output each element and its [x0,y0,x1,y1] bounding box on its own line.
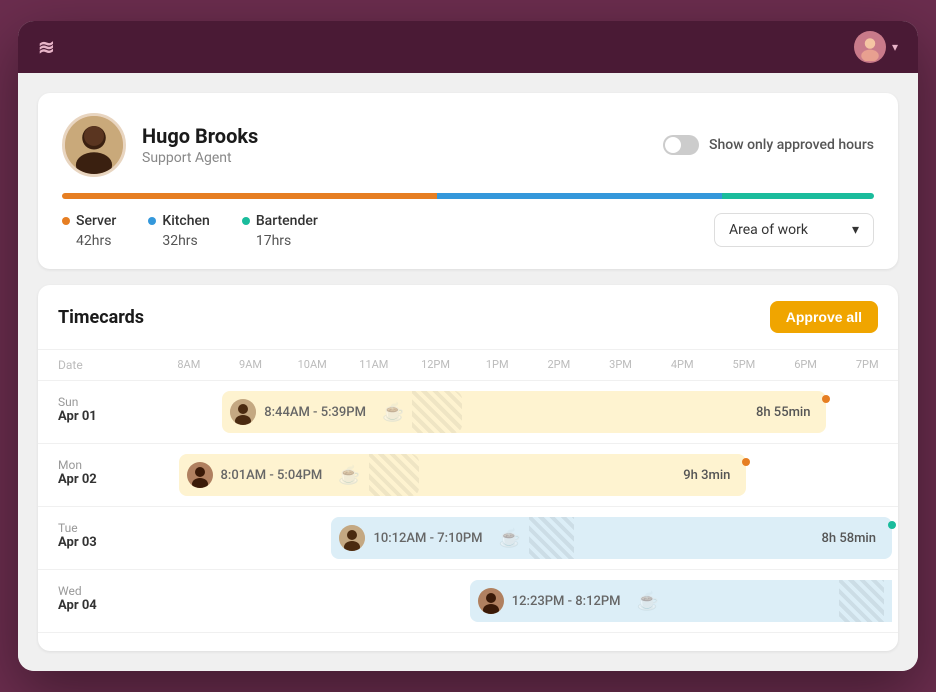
time-2pm: 2PM [528,350,590,380]
break-zone-apr04 [839,580,884,622]
hours-progress-bar [62,193,874,199]
time-headers: 8AM 9AM 10AM 11AM 12PM 1PM 2PM 3PM 4PM 5… [158,350,898,380]
avatar-apr04 [478,588,504,614]
timecards-header: Timecards Approve all [38,285,898,350]
time-6pm: 6PM [775,350,837,380]
bartender-progress-segment [722,193,874,199]
area-of-work-label: Area of work [729,222,808,238]
time-8am: 8AM [158,350,220,380]
stat-bartender-label: Bartender [242,213,318,229]
timeline-apr03: 10:12AM - 7:10PM ☕ 8h 58min [158,507,898,569]
approved-hours-toggle[interactable] [663,135,699,155]
table-row: Tue Apr 03 10:12AM - 7:10PM ☕ 8h 58min [38,507,898,570]
top-bar: ≋ ▾ [18,21,918,73]
timecard-bar-apr03[interactable]: 10:12AM - 7:10PM ☕ 8h 58min [331,517,892,559]
stat-bartender: Bartender 17hrs [242,213,318,249]
server-hours: 42hrs [62,233,116,249]
approve-all-button[interactable]: Approve all [770,301,878,333]
timecard-bar-apr01[interactable]: 8:44AM - 5:39PM ☕ 8h 55min [222,391,826,433]
status-dot-apr03 [888,521,896,529]
timeline-apr02: 8:01AM - 5:04PM ☕ 9h 3min [158,444,898,506]
time-9am: 9AM [220,350,282,380]
table-row: Sun Apr 01 8:44AM - 5:39PM ☕ 8h 55min [38,381,898,444]
time-range-apr03: 10:12AM - 7:10PM [373,531,482,546]
stat-server: Server 42hrs [62,213,116,249]
kitchen-progress-segment [437,193,723,199]
timeline-apr01: 8:44AM - 5:39PM ☕ 8h 55min [158,381,898,443]
server-dot [62,217,70,225]
profile-card: Hugo Brooks Support Agent Show only appr… [38,93,898,269]
time-range-apr02: 8:01AM - 5:04PM [221,468,323,483]
profile-role: Support Agent [142,150,258,166]
stat-kitchen-label: Kitchen [148,213,209,229]
profile-header: Hugo Brooks Support Agent Show only appr… [62,113,874,177]
avatar-apr03 [339,525,365,551]
toggle-label: Show only approved hours [709,137,874,153]
break-icon-apr01: ☕ [382,402,404,423]
area-of-work-select[interactable]: Area of work ▾ [714,213,874,247]
time-3pm: 3PM [590,350,652,380]
top-bar-right: ▾ [854,31,898,63]
toggle-section: Show only approved hours [663,135,874,155]
date-cell-apr02: Mon Apr 02 [38,444,158,506]
time-11am: 11AM [343,350,405,380]
break-zone-apr02 [369,454,419,496]
main-content: Hugo Brooks Support Agent Show only appr… [18,73,918,671]
time-range-apr04: 12:23PM - 8:12PM [512,594,621,609]
date-cell-apr04: Wed Apr 04 [38,570,158,632]
timecards-title: Timecards [58,307,144,328]
avatar-apr02 [187,462,213,488]
duration-apr01: 8h 55min [756,405,819,420]
kitchen-dot [148,217,156,225]
status-dot-apr02 [742,458,750,466]
break-icon-apr02: ☕ [338,465,360,486]
time-5pm: 5PM [713,350,775,380]
bartender-label-text: Bartender [256,213,318,229]
timecards-card: Timecards Approve all Date 8AM 9AM 10AM … [38,285,898,651]
timecard-bar-apr02[interactable]: 8:01AM - 5:04PM ☕ 9h 3min [179,454,747,496]
break-zone-apr03 [529,517,574,559]
profile-info: Hugo Brooks Support Agent [62,113,258,177]
stats-left: Server 42hrs Kitchen 32hrs [62,213,318,249]
time-12pm: 12PM [405,350,467,380]
chevron-down-icon: ▾ [852,222,859,238]
chevron-down-icon[interactable]: ▾ [892,40,898,54]
time-10am: 10AM [281,350,343,380]
duration-apr03: 8h 58min [821,531,884,546]
table-row: Mon Apr 02 8:01AM - 5:04PM ☕ 9h 3min [38,444,898,507]
server-progress-segment [62,193,437,199]
bartender-dot [242,217,250,225]
date-cell-apr01: Sun Apr 01 [38,381,158,443]
break-zone-apr01 [412,391,462,433]
server-label-text: Server [76,213,116,229]
avatar-apr01 [230,399,256,425]
kitchen-hours: 32hrs [148,233,209,249]
time-7pm: 7PM [836,350,898,380]
time-range-apr01: 8:44AM - 5:39PM [264,405,366,420]
timecard-bar-apr04[interactable]: 12:23PM - 8:12PM ☕ [470,580,892,622]
app-window: ≋ ▾ [18,21,918,671]
time-header-row: Date 8AM 9AM 10AM 11AM 12PM 1PM 2PM 3PM … [38,350,898,381]
stat-kitchen: Kitchen 32hrs [148,213,209,249]
avatar [62,113,126,177]
status-dot-apr01 [822,395,830,403]
time-4pm: 4PM [651,350,713,380]
user-avatar-top[interactable] [854,31,886,63]
profile-name: Hugo Brooks [142,124,258,148]
duration-apr02: 9h 3min [683,468,738,483]
timeline-apr04: 12:23PM - 8:12PM ☕ [158,570,898,632]
stat-server-label: Server [62,213,116,229]
date-cell-apr03: Tue Apr 03 [38,507,158,569]
time-1pm: 1PM [466,350,528,380]
bartender-hours: 17hrs [242,233,318,249]
break-icon-apr04: ☕ [637,591,659,612]
break-icon-apr03: ☕ [499,528,521,549]
table-row: Wed Apr 04 12:23PM - 8:12PM ☕ [38,570,898,633]
date-column-label: Date [38,350,158,380]
app-logo: ≋ [38,35,56,59]
kitchen-label-text: Kitchen [162,213,209,229]
stats-row: Server 42hrs Kitchen 32hrs [62,213,874,249]
date-col-header: Date [38,350,158,380]
profile-text: Hugo Brooks Support Agent [142,124,258,166]
